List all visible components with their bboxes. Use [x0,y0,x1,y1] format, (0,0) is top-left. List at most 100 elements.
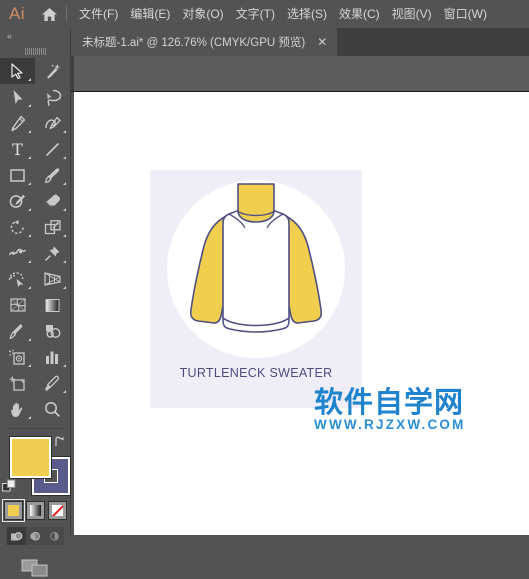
menu-window[interactable]: 窗口(W) [444,0,487,28]
tool-flyout-indicator[interactable] [28,130,31,133]
tool-flyout-indicator[interactable] [28,156,31,159]
draw-normal-button[interactable] [6,527,26,545]
zoom-tool[interactable] [35,396,70,422]
artwork-card[interactable]: TURTLENECK SWEATER [150,170,362,408]
shaper-tool[interactable] [0,188,35,214]
menu-edit[interactable]: 编辑(E) [130,0,170,28]
tool-flyout-indicator[interactable] [63,208,66,211]
tool-flyout-indicator[interactable] [28,338,31,341]
tool-flyout-indicator[interactable] [63,286,66,289]
symbol-sprayer-icon [9,349,25,365]
lasso-tool[interactable] [35,84,70,110]
shape-builder-icon [8,272,24,287]
gradient-swatch-icon [29,505,41,516]
default-fill-stroke-icon[interactable] [2,479,16,493]
tool-flyout-indicator[interactable] [63,364,66,367]
solid-color-icon [7,505,19,516]
swap-fill-stroke-icon[interactable] [53,435,66,448]
screen-mode-icon[interactable] [20,557,50,579]
collapse-panel-icon[interactable]: « [7,31,12,41]
selection-tool[interactable] [0,58,35,84]
menu-select[interactable]: 选择(S) [287,0,327,28]
tools-panel-divider [8,428,62,429]
turtleneck-sweater-illustration[interactable] [150,170,362,370]
artboard-icon [9,376,25,391]
illustrator-window: Ai 文件(F) 编辑(E) 对象(O) 文字(T) 选择(S) 效果(C) 视… [0,0,529,577]
pen-tool[interactable] [0,110,35,136]
tool-flyout-indicator[interactable] [63,130,66,133]
none-fill-button[interactable] [47,501,67,520]
tool-flyout-indicator[interactable] [28,104,31,107]
paintbrush-icon [45,167,60,183]
tool-flyout-indicator[interactable] [63,260,66,263]
paintbrush-tool[interactable] [35,162,70,188]
hand-icon [10,402,22,417]
type-tool[interactable]: T [0,136,35,162]
tool-flyout-indicator[interactable] [28,416,31,419]
tool-flyout-indicator[interactable] [28,260,31,263]
line-segment-tool[interactable] [35,136,70,162]
tools-panel: « T [0,28,71,577]
home-icon[interactable] [34,0,64,28]
menu-type[interactable]: 文字(T) [236,0,275,28]
close-icon[interactable]: ✕ [315,36,329,48]
hand-tool[interactable] [0,396,35,422]
fill-swatch[interactable] [10,437,51,478]
tool-flyout-indicator[interactable] [63,390,66,393]
width-tool[interactable] [0,240,35,266]
rotate-icon [10,219,24,234]
blend-tool[interactable] [35,318,70,344]
rectangle-tool[interactable] [0,162,35,188]
free-transform-tool[interactable] [35,240,70,266]
tool-flyout-indicator[interactable] [28,182,31,185]
tool-flyout-indicator[interactable] [63,182,66,185]
pushpin-icon [44,246,60,261]
watermark-url-text: WWW.RJZXW.COM [314,417,466,432]
menu-view[interactable]: 视图(V) [392,0,432,28]
document-tab[interactable]: 未标题-1.ai* @ 126.76% (CMYK/GPU 预览) ✕ [70,28,338,56]
menu-effect[interactable]: 效果(C) [339,0,380,28]
draw-behind-button[interactable] [26,527,45,545]
draw-inside-button[interactable] [45,527,64,545]
perspective-grid-icon [44,272,61,286]
menu-file[interactable]: 文件(F) [79,0,118,28]
artboard-tool[interactable] [0,370,35,396]
tool-flyout-indicator[interactable] [63,156,66,159]
eraser-icon [45,194,60,207]
document-canvas[interactable]: TURTLENECK SWEATER 软件自学网 WWW.RJZXW.COM [74,92,529,535]
perspective-grid-tool[interactable] [35,266,70,292]
magic-wand-tool[interactable] [35,58,70,84]
magic-wand-icon [47,64,61,79]
width-warp-icon [8,248,27,256]
mesh-tool[interactable] [0,292,35,318]
eyedropper-tool[interactable] [0,318,35,344]
artwork-caption: TURTLENECK SWEATER [179,366,333,380]
curvature-tool[interactable] [35,110,70,136]
tool-flyout-indicator[interactable] [28,78,31,81]
tool-flyout-indicator[interactable] [28,364,31,367]
tool-flyout-indicator[interactable] [28,286,31,289]
tool-flyout-indicator[interactable] [28,234,31,237]
tool-flyout-indicator[interactable] [63,234,66,237]
scale-tool[interactable] [35,214,70,240]
eraser-tool[interactable] [35,188,70,214]
tools-panel-header: « [0,28,70,44]
rotate-tool[interactable] [0,214,35,240]
scale-icon [44,219,61,234]
symbol-sprayer-tool[interactable] [0,344,35,370]
menu-bar: Ai 文件(F) 编辑(E) 对象(O) 文字(T) 选择(S) 效果(C) 视… [0,0,529,28]
column-graph-tool[interactable] [35,344,70,370]
color-fill-button[interactable] [1,499,25,522]
direct-selection-tool[interactable] [0,84,35,110]
tools-panel-drag-handle[interactable] [0,44,70,58]
rectangle-icon [10,169,25,182]
slice-tool[interactable] [35,370,70,396]
shape-builder-tool[interactable] [0,266,35,292]
menu-object[interactable]: 对象(O) [182,0,223,28]
draw-behind-icon [30,531,40,540]
tool-flyout-indicator[interactable] [28,208,31,211]
gradient-icon [45,298,60,312]
gradient-fill-button[interactable] [25,501,45,520]
eyedropper-icon [9,323,23,339]
gradient-tool[interactable] [35,292,70,318]
